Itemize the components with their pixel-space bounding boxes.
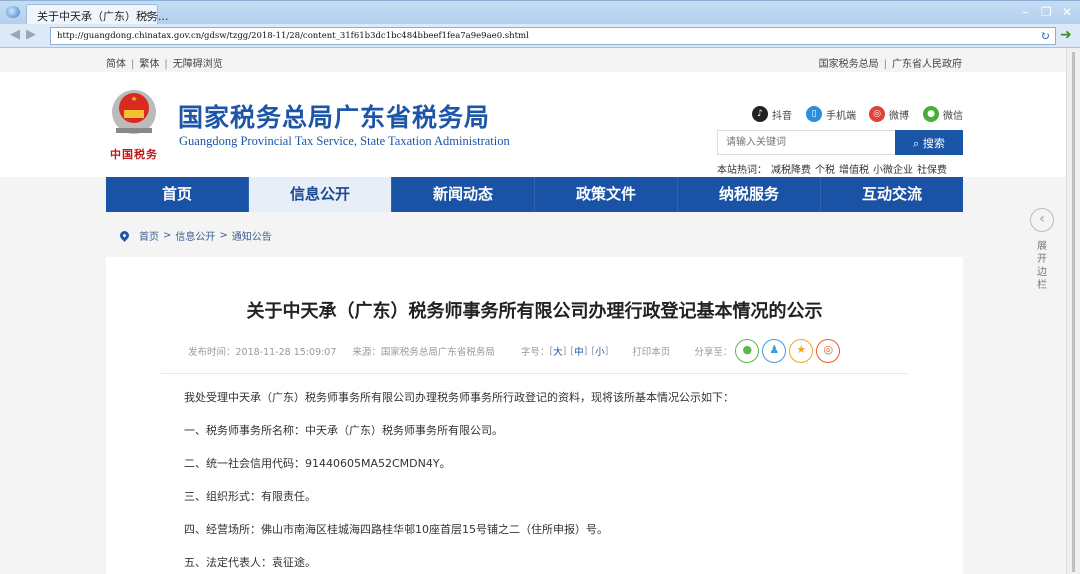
share-qq-icon[interactable]: ♟ bbox=[762, 339, 787, 363]
url-text: http://guangdong.chinatax.gov.cn/gdsw/tz… bbox=[57, 31, 529, 41]
douyin-icon: ♪ bbox=[752, 106, 768, 122]
social-douyin[interactable]: ♪ 抖音 bbox=[752, 106, 792, 122]
nav-policy[interactable]: 政策文件 bbox=[535, 177, 678, 212]
font-medium-button[interactable]: 中 bbox=[574, 344, 584, 358]
mobile-icon: ▯ bbox=[806, 106, 822, 122]
hot-word[interactable]: 增值税 bbox=[839, 165, 869, 176]
back-icon[interactable]: ◀ bbox=[10, 28, 22, 41]
paragraph: 二、统一社会信用代码：91440605MA52CMDN4Y。 bbox=[184, 457, 451, 470]
search-form: ⌕ 搜索 bbox=[717, 130, 963, 155]
url-input[interactable]: http://guangdong.chinatax.gov.cn/gdsw/tz… bbox=[50, 27, 1056, 45]
article-meta: 发布时间：2018-11-28 15:09:07 来源：国家税务总局广东省税务局… bbox=[188, 339, 841, 363]
article: 关于中天承（广东）税务师事务所有限公司办理行政登记基本情况的公示 发布时间：20… bbox=[106, 257, 963, 574]
link-sta[interactable]: 国家税务总局 bbox=[819, 59, 879, 70]
web-page: 简体 | 繁体 | 无障碍浏览 国家税务总局 | 广东省人民政府 中国税务 国家税务总局广东… bbox=[0, 48, 1066, 574]
social-wechat[interactable]: ● 微信 bbox=[923, 106, 963, 122]
nav-info-disclosure[interactable]: 信息公开 bbox=[249, 177, 392, 212]
social-label: 抖音 bbox=[772, 110, 792, 122]
page-scrollbar[interactable] bbox=[1066, 48, 1080, 574]
article-source: 来源：国家税务总局广东省税务局 bbox=[352, 347, 495, 358]
nav-interaction[interactable]: 互动交流 bbox=[821, 177, 963, 212]
article-body: 我处受理中天承（广东）税务师事务所有限公司办理税务师事务所行政登记的资料，现将该… bbox=[184, 389, 734, 574]
social-label: 微信 bbox=[943, 110, 963, 122]
restore-icon[interactable]: ❐ bbox=[1041, 5, 1052, 19]
link-traditional[interactable]: 繁体 bbox=[139, 59, 159, 70]
weibo-icon: ◎ bbox=[869, 106, 885, 122]
nav-home[interactable]: 首页 bbox=[106, 177, 249, 212]
site-title[interactable]: 国家税务总局广东省税务局 bbox=[178, 98, 490, 134]
search-input[interactable] bbox=[717, 130, 895, 155]
breadcrumb: 首页 > 信息公开 > 通知公告 bbox=[118, 228, 272, 243]
link-simplified[interactable]: 简体 bbox=[106, 59, 126, 70]
nav-news[interactable]: 新闻动态 bbox=[392, 177, 535, 212]
paragraph: 五、法定代表人：袁征途。 bbox=[184, 556, 316, 569]
paragraph: 我处受理中天承（广东）税务师事务所有限公司办理税务师事务所行政登记的资料，现将该… bbox=[184, 391, 734, 404]
social-label: 手机端 bbox=[826, 110, 856, 122]
link-gd-gov[interactable]: 广东省人民政府 bbox=[892, 59, 962, 70]
publish-time: 发布时间：2018-11-28 15:09:07 bbox=[188, 347, 337, 358]
national-emblem-icon bbox=[112, 90, 156, 134]
breadcrumb-info[interactable]: 信息公开 bbox=[175, 228, 215, 243]
link-accessibility[interactable]: 无障碍浏览 bbox=[173, 59, 223, 70]
article-title: 关于中天承（广东）税务师事务所有限公司办理行政登记基本情况的公示 bbox=[246, 301, 823, 322]
nav-tax-service[interactable]: 纳税服务 bbox=[678, 177, 821, 212]
share-qzone-icon[interactable]: ★ bbox=[789, 339, 814, 363]
paragraph: 四、经营场所：佛山市南海区桂城海四路桂华邨10座首层15号铺之二（住所申报）号。 bbox=[184, 523, 608, 536]
site-subtitle: Guangdong Provincial Tax Service, State … bbox=[179, 134, 510, 148]
hot-label: 本站热词： bbox=[717, 165, 767, 176]
hot-word[interactable]: 社保费 bbox=[917, 165, 947, 176]
browser-tab-bar: 关于中天承（广东）税务... × – ❐ ✕ bbox=[0, 0, 1080, 25]
hot-word[interactable]: 减税降费 bbox=[771, 165, 811, 176]
divider bbox=[161, 373, 908, 374]
print-button[interactable]: 打印本页 bbox=[632, 344, 670, 358]
share-weibo-icon[interactable]: ◎ bbox=[816, 339, 841, 363]
font-size-label: 字号： bbox=[520, 347, 550, 358]
browser-tab[interactable]: 关于中天承（广东）税务... × bbox=[26, 4, 169, 25]
tab-close-icon[interactable]: × bbox=[142, 8, 151, 21]
share-label: 分享至： bbox=[694, 347, 733, 358]
scrollbar-thumb[interactable] bbox=[1072, 52, 1075, 572]
share-wechat-icon[interactable]: ● bbox=[735, 339, 760, 363]
address-bar: ◀ ▶ http://guangdong.chinatax.gov.cn/gds… bbox=[0, 24, 1080, 48]
paragraph: 一、税务师事务所名称：中天承（广东）税务师事务所有限公司。 bbox=[184, 424, 503, 437]
font-large-button[interactable]: 大 bbox=[553, 344, 563, 358]
wechat-icon: ● bbox=[923, 106, 939, 122]
minimize-icon[interactable]: – bbox=[1022, 5, 1028, 19]
location-pin-icon bbox=[118, 229, 131, 242]
browser-logo-icon bbox=[6, 6, 20, 18]
social-mobile[interactable]: ▯ 手机端 bbox=[806, 106, 856, 122]
search-button[interactable]: ⌕ 搜索 bbox=[895, 130, 963, 155]
sidebar-toggle-label: 展开边栏 bbox=[1037, 241, 1047, 291]
close-window-icon[interactable]: ✕ bbox=[1062, 5, 1072, 19]
paragraph: 三、组织形式：有限责任。 bbox=[184, 490, 316, 503]
hot-word[interactable]: 个税 bbox=[815, 165, 835, 176]
social-weibo[interactable]: ◎ 微博 bbox=[869, 106, 909, 122]
emblem-text: 中国税务 bbox=[110, 148, 158, 161]
refresh-icon[interactable]: ↻ bbox=[1040, 29, 1050, 43]
chevron-left-icon: ‹ bbox=[1030, 208, 1054, 232]
site-header: 中国税务 国家税务总局广东省税务局 Guangdong Provincial T… bbox=[0, 72, 1066, 190]
forward-icon[interactable]: ▶ bbox=[26, 28, 38, 41]
sidebar-toggle[interactable]: ‹ 展开边栏 bbox=[1030, 208, 1054, 292]
hot-word[interactable]: 小微企业 bbox=[873, 165, 913, 176]
font-small-button[interactable]: 小 bbox=[595, 344, 605, 358]
social-label: 微博 bbox=[889, 110, 909, 122]
search-icon: ⌕ bbox=[913, 136, 923, 150]
main-nav: 首页 信息公开 新闻动态 政策文件 纳税服务 互动交流 bbox=[106, 177, 963, 212]
go-icon[interactable]: ➜ bbox=[1060, 27, 1072, 43]
breadcrumb-home[interactable]: 首页 bbox=[139, 228, 159, 243]
breadcrumb-notice[interactable]: 通知公告 bbox=[232, 228, 272, 243]
top-strip: 简体 | 繁体 | 无障碍浏览 国家税务总局 | 广东省人民政府 bbox=[106, 59, 962, 70]
search-button-label: 搜索 bbox=[922, 136, 945, 150]
